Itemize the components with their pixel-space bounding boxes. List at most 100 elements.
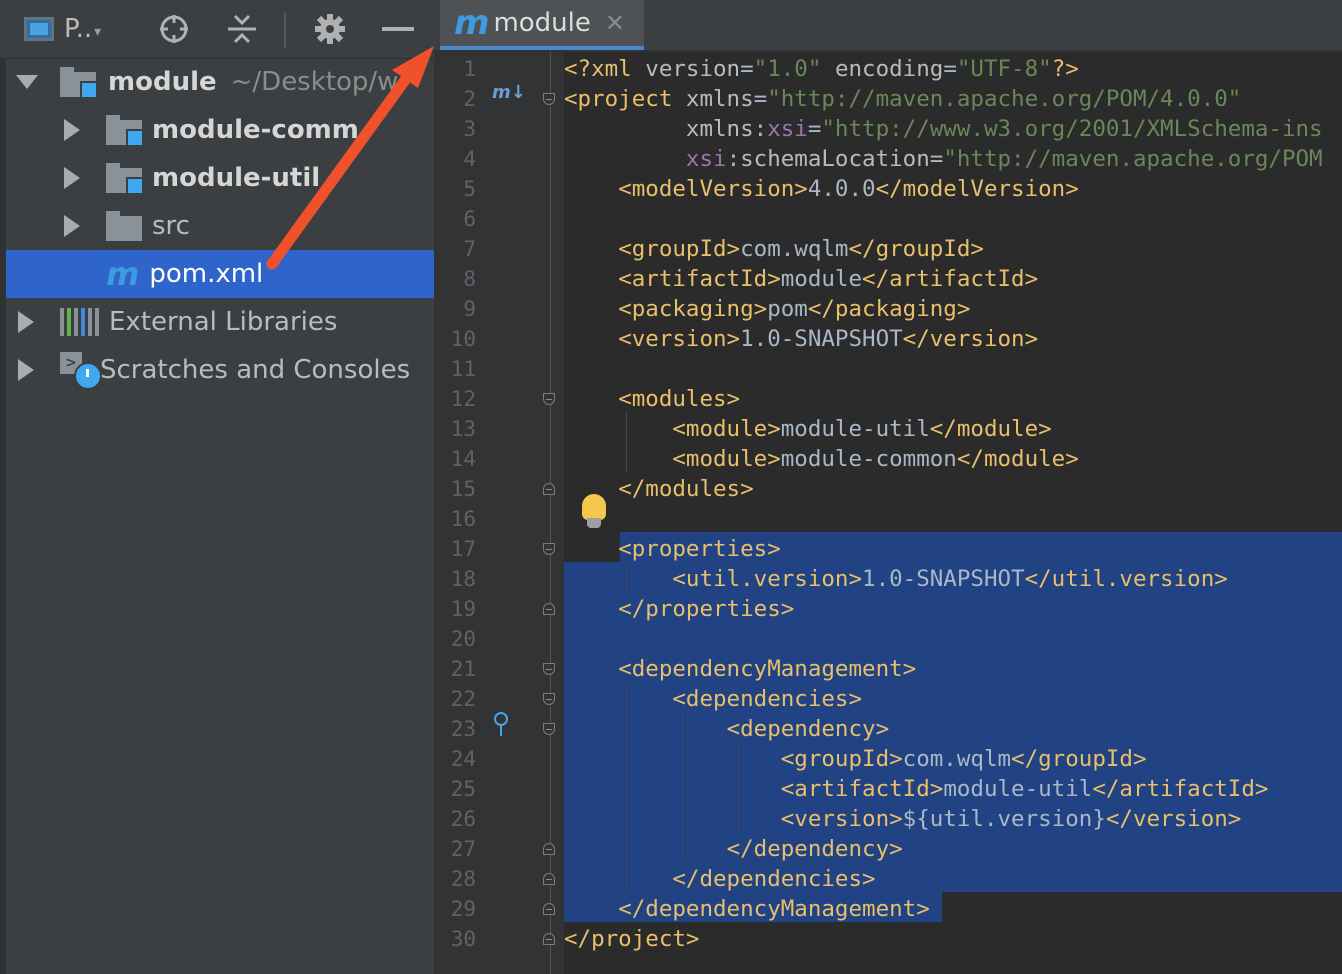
code-token: </groupId> [848,236,984,262]
code-token: = [740,56,754,82]
settings-button[interactable] [308,10,352,48]
fold-end-icon[interactable] [543,603,555,615]
line-number: 25 [450,777,476,801]
fold-end-icon[interactable] [543,873,555,885]
fold-collapse-icon[interactable] [543,723,555,735]
line-number: 10 [450,327,476,351]
code-token: "UTF-8" [956,56,1052,82]
tree-item-label: module-util [152,163,321,193]
fold-collapse-icon[interactable] [543,93,555,105]
tree-item-scratches[interactable]: > Scratches and Consoles [6,346,434,394]
code-token: : [753,116,768,142]
tree-item-pom-xml[interactable]: m pom.xml [6,250,434,298]
fold-end-icon[interactable] [543,843,555,855]
project-view-selector[interactable]: P.. ▾ [24,10,134,48]
code-token: <artifactId> [618,266,781,292]
code-token: module [780,266,863,292]
expand-arrow-icon[interactable] [16,75,38,89]
line-number: 29 [450,897,476,921]
code-line: <project xmlns="http://maven.apache.org/… [564,84,1241,114]
tree-item-path: ~/Desktop/w [230,67,399,97]
tree-item-module[interactable]: module ~/Desktop/w [6,58,434,106]
module-folder-icon [60,67,98,99]
code-line: <artifactId>module-util</artifactId> [564,774,1269,804]
collapse-all-button[interactable] [222,10,262,48]
line-number: 12 [450,387,476,411]
code-line: <properties> [564,534,781,564]
code-token: <dependencyManagement> [618,656,917,682]
code-token: </artifactId> [862,266,1039,292]
code-token: <groupId> [618,236,741,262]
line-number: 27 [450,837,476,861]
fold-collapse-icon[interactable] [543,663,555,675]
line-number: 23 [450,717,476,741]
fold-end-icon[interactable] [543,903,555,915]
code-line: <dependencyManagement> [564,654,916,684]
code-token: </groupId> [1011,746,1147,772]
code-token: <dependencies> [672,686,863,712]
code-token: </version> [1105,806,1242,832]
hide-panel-button[interactable] [378,10,418,48]
code-line: <module>module-util</module> [564,414,1052,444]
fold-collapse-icon[interactable] [543,543,555,555]
project-window-icon [24,17,54,41]
line-number: 3 [463,117,476,141]
code-line: </dependency> [564,834,903,864]
code-token: version [645,56,741,82]
code-token: xmlns [685,116,754,142]
locate-file-button[interactable] [154,10,194,48]
maven-module-gutter-icon[interactable]: m↓ [492,82,526,103]
code-area[interactable]: <?xml version="1.0" encoding="UTF-8"?> <p… [564,52,1342,974]
collapse-arrow-icon[interactable] [64,119,80,141]
code-line: <modelVersion>4.0.0</modelVersion> [564,174,1079,204]
code-line: <packaging>pom</packaging> [564,294,970,324]
code-token: xmlns [685,86,754,112]
code-token: "http://maven.apache.org/POM [943,146,1323,172]
line-number: 16 [450,507,476,531]
code-token: <?xml [564,56,646,82]
code-token: com.wqlm [902,746,1012,772]
folder-icon [106,211,142,241]
tab-label: module [493,8,591,38]
project-view-label: P.. [64,14,93,44]
collapse-arrow-icon[interactable] [64,167,80,189]
gear-icon [315,14,345,44]
fold-collapse-icon[interactable] [543,693,555,705]
line-number: 22 [450,687,476,711]
collapse-arrow-icon[interactable] [64,215,80,237]
code-token: schemaLocation [740,146,930,172]
code-token: </dependencyManagement> [618,896,930,922]
tree-item-label: External Libraries [109,307,338,337]
fold-end-icon[interactable] [543,933,555,945]
line-number: 14 [450,447,476,471]
code-token: </project> [564,926,700,952]
fold-collapse-icon[interactable] [543,393,555,405]
code-token: <modelVersion> [618,176,808,202]
code-line: </modules> [564,474,753,504]
tree-item-module-common[interactable]: module-comm [6,106,434,154]
dependency-gutter-icon[interactable] [494,712,508,736]
close-icon[interactable]: ✕ [605,9,625,37]
code-token: </module> [929,416,1052,442]
code-token: <modules> [618,386,741,412]
tree-item-external-libraries[interactable]: External Libraries [6,298,434,346]
code-token: <module> [672,446,781,472]
tab-module[interactable]: m module ✕ [440,0,644,50]
fold-end-icon[interactable] [543,483,555,495]
code-line: <util.version>1.0-SNAPSHOT</util.version… [564,564,1227,594]
tree-item-label: Scratches and Consoles [100,355,411,385]
collapse-arrow-icon[interactable] [18,311,34,333]
collapse-arrow-icon[interactable] [18,359,34,381]
tree-item-module-util[interactable]: module-util [6,154,434,202]
code-token: = [807,116,822,142]
scratches-icon: > [60,352,102,390]
tree-item-src[interactable]: src [6,202,434,250]
